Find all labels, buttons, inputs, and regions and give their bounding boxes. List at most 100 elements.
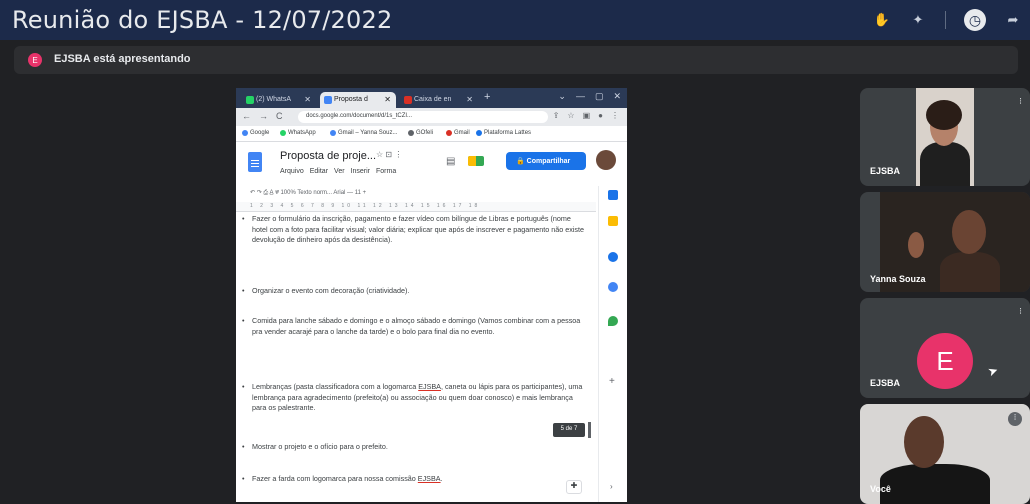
menu-inserir[interactable]: Inserir <box>351 168 370 175</box>
share-page-icon[interactable]: ⇪ <box>553 111 560 120</box>
list-item: Fazer a farda com logomarca para nossa c… <box>242 474 588 485</box>
contacts-icon[interactable] <box>608 282 618 292</box>
google-icon <box>330 130 336 136</box>
new-tab-button[interactable]: + <box>484 91 490 103</box>
maximize-icon[interactable]: ▢ <box>595 91 604 102</box>
star-folder-icons[interactable]: ☆ ⊡ ⋮ <box>376 150 402 159</box>
bookmark-whatsapp[interactable]: WhatsApp <box>280 130 316 136</box>
person-body <box>920 142 970 186</box>
close-icon[interactable]: ✕ <box>613 91 621 102</box>
misspelled-word[interactable]: EJSBA <box>418 474 441 483</box>
more-options-icon[interactable]: ⁝ <box>1019 96 1022 107</box>
comment-history-icon[interactable]: ▤ <box>446 156 455 167</box>
participant-tile[interactable]: ⁝ EJSBA <box>860 88 1030 186</box>
address-bar[interactable]: docs.google.com/document/d/1s_tCZI... <box>298 111 548 123</box>
maps-icon[interactable] <box>608 316 618 326</box>
bookmark-google[interactable]: Google <box>242 130 269 136</box>
more-options-icon[interactable]: ⁝ <box>1008 412 1022 426</box>
tab-label: Proposta d <box>334 96 368 103</box>
menu-formatar[interactable]: Forma <box>376 168 396 175</box>
more-options-icon[interactable]: ⁝ <box>1019 306 1022 317</box>
lattes-icon <box>476 130 482 136</box>
profile-icon[interactable]: ● <box>598 111 603 120</box>
person-body <box>940 252 1000 292</box>
add-addon-icon[interactable]: + <box>609 376 615 387</box>
tab-close-icon[interactable]: ✕ <box>304 95 311 104</box>
pin-icon[interactable]: ✦ <box>909 11 927 29</box>
menu-ver[interactable]: Ver <box>334 168 345 175</box>
list-item: Fazer o formulário da inscrição, pagamen… <box>242 214 588 246</box>
side-panel: + › <box>598 186 627 502</box>
tab-close-icon[interactable]: ✕ <box>466 95 473 104</box>
forward-icon[interactable]: → <box>259 111 268 121</box>
person-body <box>880 464 990 504</box>
presenter-avatar: E <box>28 53 42 67</box>
docs-icon <box>324 96 332 104</box>
whatsapp-icon <box>280 130 286 136</box>
meeting-title: Reunião do EJSBA - 12/07/2022 <box>12 6 393 34</box>
participant-tile[interactable]: E ⁝ ➤ EJSBA <box>860 298 1030 398</box>
browser-toolbar: ← → C docs.google.com/document/d/1s_tCZI… <box>236 108 627 126</box>
bookmark-gmail-yanna[interactable]: Gmail – Yanna Souz... <box>330 130 397 136</box>
clock-icon[interactable]: ◷ <box>964 9 986 31</box>
bookmark-gmail[interactable]: Gmail <box>446 130 470 136</box>
list-item: Comida para lanche sábado e domingo e o … <box>242 316 588 337</box>
list-item: Organizar o evento com decoração (criati… <box>242 286 588 297</box>
document-body[interactable]: Fazer o formulário da inscrição, pagamen… <box>236 212 598 502</box>
keep-icon[interactable] <box>608 216 618 226</box>
page-indicator: 5 de 7 <box>553 423 585 437</box>
scrollbar-thumb[interactable] <box>588 422 591 438</box>
list-item: Lembranças (pasta classificadora com a l… <box>242 382 588 414</box>
reload-icon[interactable]: C <box>276 111 283 121</box>
meeting-title-bar: Reunião do EJSBA - 12/07/2022 ✋ ✦ ◷ ➦ <box>0 0 1030 40</box>
person-head <box>904 416 944 468</box>
bookmark-lattes[interactable]: Plataforma Lattes <box>476 130 531 136</box>
share-button[interactable]: 🔒 Compartilhar <box>506 152 586 170</box>
browser-tab-whatsapp[interactable]: (2) WhatsA ✕ <box>242 92 316 108</box>
tab-label: (2) WhatsA <box>256 96 292 103</box>
tab-view-icon[interactable]: ▣ <box>583 111 591 120</box>
participant-name: EJSBA <box>870 166 901 176</box>
browser-tab-docs[interactable]: Proposta d ✕ <box>320 92 396 108</box>
meet-icon[interactable] <box>468 156 484 166</box>
star-icon[interactable]: ☆ <box>567 111 574 120</box>
presenting-banner: E EJSBA está apresentando <box>14 46 1018 74</box>
google-icon <box>242 130 248 136</box>
docs-ruler: 1 2 3 4 5 6 7 8 9 10 11 12 13 14 15 16 1… <box>236 202 596 212</box>
presenting-text: EJSBA está apresentando <box>54 53 191 65</box>
share-arrow-icon[interactable]: ➦ <box>1004 11 1022 29</box>
browser-tab-gmail[interactable]: Caixa de en ✕ <box>400 92 478 108</box>
participant-tile[interactable]: Yanna Souza <box>860 192 1030 292</box>
menu-editar[interactable]: Editar <box>310 168 328 175</box>
more-icon[interactable]: ⋮ <box>611 111 619 120</box>
title-bar-icons: ✋ ✦ ◷ ➦ <box>873 8 1022 32</box>
docs-logo-icon[interactable] <box>248 152 262 172</box>
menu-arquivo[interactable]: Arquivo <box>280 168 304 175</box>
document-title[interactable]: Proposta de proje... <box>280 150 376 162</box>
explore-button[interactable]: ✚ <box>566 480 582 494</box>
user-avatar[interactable] <box>596 150 616 170</box>
collapse-panel-icon[interactable]: › <box>610 482 613 491</box>
docs-header: Proposta de proje... ☆ ⊡ ⋮ Arquivo Edita… <box>236 144 627 186</box>
mouse-cursor-icon: ➤ <box>985 362 1001 380</box>
bookmark-icon <box>408 130 414 136</box>
minimize-icon[interactable]: — <box>576 91 585 102</box>
tasks-icon[interactable] <box>608 252 618 262</box>
participant-video <box>916 88 974 186</box>
raise-hand-icon[interactable]: ✋ <box>873 11 891 29</box>
window-controls: ⌄ — ▢ ✕ <box>558 91 621 102</box>
misspelled-word[interactable]: EJSBA <box>418 382 441 391</box>
docs-format-toolbar[interactable]: ↶ ↷ ⎙ A̲ ⅌ 100% Texto norm... Arial — 11… <box>236 186 596 202</box>
chevron-down-icon[interactable]: ⌄ <box>558 91 566 102</box>
person-hair <box>926 100 962 130</box>
participant-name: Você <box>870 484 891 494</box>
tab-close-icon[interactable]: ✕ <box>384 95 391 104</box>
bookmark-gofeli[interactable]: GOfeli <box>408 130 433 136</box>
browser-nav: ← → C <box>242 111 283 121</box>
back-icon[interactable]: ← <box>242 111 251 121</box>
gmail-icon <box>446 130 452 136</box>
participant-avatar: E <box>917 333 973 389</box>
participant-tile[interactable]: ⁝ Você <box>860 404 1030 504</box>
edit-mode-icon[interactable] <box>608 190 618 200</box>
participant-name: EJSBA <box>870 378 901 388</box>
